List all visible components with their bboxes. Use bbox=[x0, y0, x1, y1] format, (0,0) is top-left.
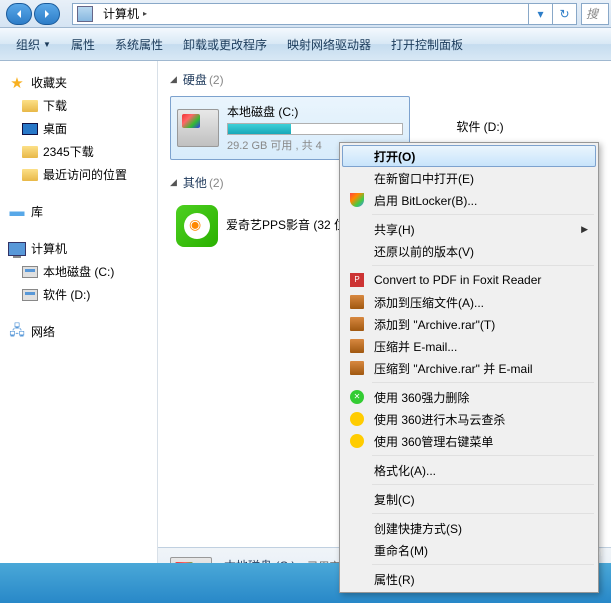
separator bbox=[372, 382, 594, 383]
iqiyi-icon bbox=[176, 205, 218, 247]
app-name: 爱奇艺PPS影音 (32 位 bbox=[226, 216, 346, 233]
ctx-zip-archive-email[interactable]: 压缩到 "Archive.rar" 并 E-mail bbox=[342, 357, 596, 379]
breadcrumb-root[interactable]: 计算机 ▸ bbox=[97, 4, 154, 24]
rar-icon bbox=[348, 359, 366, 377]
usage-fill bbox=[228, 124, 291, 134]
properties-button[interactable]: 属性 bbox=[61, 32, 105, 57]
dropdown-button[interactable]: ▾ bbox=[528, 3, 552, 25]
chevron-down-icon: ▼ bbox=[43, 40, 51, 49]
sidebar-drive-c[interactable]: 本地磁盘 (C:) bbox=[0, 260, 157, 283]
ctx-360-scan[interactable]: 使用 360进行木马云查杀 bbox=[342, 408, 596, 430]
drive-icon bbox=[22, 289, 38, 301]
rar-icon bbox=[348, 337, 366, 355]
ctx-create-shortcut[interactable]: 创建快捷方式(S) bbox=[342, 517, 596, 539]
ctx-share[interactable]: 共享(H)▶ bbox=[342, 218, 596, 240]
ctx-zip-email[interactable]: 压缩并 E-mail... bbox=[342, 335, 596, 357]
ctx-360-context-menu[interactable]: 使用 360管理右键菜单 bbox=[342, 430, 596, 452]
breadcrumb-label: 计算机 bbox=[103, 5, 139, 22]
system-properties-button[interactable]: 系统属性 bbox=[105, 32, 173, 57]
libraries-header[interactable]: ▬库 bbox=[0, 200, 157, 223]
network-group: 🖧网络 bbox=[0, 320, 157, 343]
sidebar-recent[interactable]: 最近访问的位置 bbox=[0, 163, 157, 186]
uninstall-button[interactable]: 卸载或更改程序 bbox=[173, 32, 277, 57]
separator bbox=[372, 513, 594, 514]
360-icon: ✕ bbox=[348, 388, 366, 406]
rar-icon bbox=[348, 293, 366, 311]
separator bbox=[372, 455, 594, 456]
ctx-open[interactable]: 打开(O) bbox=[342, 145, 596, 167]
chevron-right-icon: ▸ bbox=[143, 9, 147, 18]
drive-icon bbox=[177, 109, 219, 147]
separator bbox=[372, 484, 594, 485]
context-menu: 打开(O) 在新窗口中打开(E) 启用 BitLocker(B)... 共享(H… bbox=[339, 142, 599, 593]
sidebar: ★收藏夹 下载 桌面 2345下载 最近访问的位置 ▬库 计算机 本地磁盘 (C… bbox=[0, 61, 158, 603]
ctx-copy[interactable]: 复制(C) bbox=[342, 488, 596, 510]
refresh-button[interactable]: ↻ bbox=[552, 3, 576, 25]
sidebar-drive-d[interactable]: 软件 (D:) bbox=[0, 283, 157, 306]
star-icon: ★ bbox=[8, 75, 26, 91]
map-drive-button[interactable]: 映射网络驱动器 bbox=[277, 32, 381, 57]
computer-header[interactable]: 计算机 bbox=[0, 237, 157, 260]
ctx-rename[interactable]: 重命名(M) bbox=[342, 539, 596, 561]
rar-icon bbox=[348, 315, 366, 333]
360-icon bbox=[348, 410, 366, 428]
collapse-icon: ◢ bbox=[170, 74, 177, 85]
ctx-bitlocker[interactable]: 启用 BitLocker(B)... bbox=[342, 189, 596, 211]
favorites-group: ★收藏夹 下载 桌面 2345下载 最近访问的位置 bbox=[0, 71, 157, 186]
sidebar-downloads[interactable]: 下载 bbox=[0, 94, 157, 117]
chevron-right-icon: ▶ bbox=[581, 224, 588, 235]
library-icon: ▬ bbox=[8, 204, 26, 220]
shield-icon bbox=[348, 191, 366, 209]
toolbar: 组织▼ 属性 系统属性 卸载或更改程序 映射网络驱动器 打开控制面板 bbox=[0, 28, 611, 61]
ctx-properties[interactable]: 属性(R) bbox=[342, 568, 596, 590]
search-input[interactable]: 搜 bbox=[581, 3, 609, 25]
computer-group: 计算机 本地磁盘 (C:) 软件 (D:) bbox=[0, 237, 157, 306]
nav-buttons bbox=[0, 3, 68, 25]
folder-icon bbox=[22, 169, 38, 181]
title-bar: 计算机 ▸ ▾ ↻ 搜 bbox=[0, 0, 611, 28]
forward-button[interactable] bbox=[34, 3, 60, 25]
separator bbox=[372, 564, 594, 565]
ctx-open-new-window[interactable]: 在新窗口中打开(E) bbox=[342, 167, 596, 189]
sidebar-desktop[interactable]: 桌面 bbox=[0, 117, 157, 140]
ctx-format[interactable]: 格式化(A)... bbox=[342, 459, 596, 481]
pdf-icon: P bbox=[348, 271, 366, 289]
back-button[interactable] bbox=[6, 3, 32, 25]
360-icon bbox=[348, 432, 366, 450]
usage-bar bbox=[227, 123, 403, 135]
address-bar[interactable]: 计算机 ▸ ▾ ↻ bbox=[72, 3, 577, 25]
favorites-header[interactable]: ★收藏夹 bbox=[0, 71, 157, 94]
drive-name: 软件 (D:) bbox=[456, 118, 503, 135]
ctx-add-archive[interactable]: 添加到 "Archive.rar"(T) bbox=[342, 313, 596, 335]
separator bbox=[372, 214, 594, 215]
desktop-icon bbox=[22, 123, 38, 135]
category-hdd[interactable]: ◢硬盘 (2) bbox=[158, 61, 611, 92]
control-panel-button[interactable]: 打开控制面板 bbox=[381, 32, 473, 57]
ctx-convert-pdf[interactable]: PConvert to PDF in Foxit Reader bbox=[342, 269, 596, 291]
ctx-360-delete[interactable]: ✕使用 360强力删除 bbox=[342, 386, 596, 408]
network-header[interactable]: 🖧网络 bbox=[0, 320, 157, 343]
separator bbox=[372, 265, 594, 266]
ctx-add-zip[interactable]: 添加到压缩文件(A)... bbox=[342, 291, 596, 313]
collapse-icon: ◢ bbox=[170, 177, 177, 188]
network-icon: 🖧 bbox=[8, 324, 26, 340]
folder-icon bbox=[22, 146, 38, 158]
computer-icon bbox=[77, 6, 93, 22]
drive-name: 本地磁盘 (C:) bbox=[227, 103, 403, 120]
sidebar-2345[interactable]: 2345下载 bbox=[0, 140, 157, 163]
ctx-restore-versions[interactable]: 还原以前的版本(V) bbox=[342, 240, 596, 262]
libraries-group: ▬库 bbox=[0, 200, 157, 223]
drive-icon bbox=[22, 266, 38, 278]
organize-menu[interactable]: 组织▼ bbox=[6, 32, 61, 57]
folder-icon bbox=[22, 100, 38, 112]
computer-icon bbox=[8, 241, 26, 257]
